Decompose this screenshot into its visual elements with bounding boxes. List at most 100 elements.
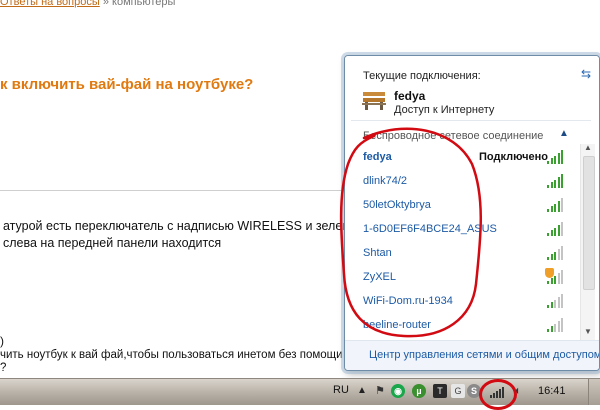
- signal-bar: [550, 254, 553, 260]
- answer-text-line-1: атурой есть переключатель с надписью WIR…: [3, 219, 382, 233]
- scrollbar-thumb[interactable]: [583, 156, 595, 290]
- wifi-signal-icon: [547, 318, 565, 332]
- current-connections-panel: Текущие подключения: ⇆ fedya Доступ к Ин…: [345, 56, 599, 120]
- signal-bar: [561, 222, 563, 236]
- signal-bar: [547, 329, 549, 332]
- network-row-asus[interactable]: 1-6D0EF6F4BCE24_ASUS: [345, 218, 579, 240]
- action-center-flag-icon[interactable]: ⚑: [373, 384, 387, 398]
- signal-bar: [554, 227, 556, 236]
- related-question-line-1[interactable]: чить ноутбук к вай фай,чтобы пользоватьс…: [0, 349, 386, 361]
- signal-bar: [547, 161, 549, 164]
- network-name: ZyXEL: [363, 271, 397, 283]
- security-warning-icon: [545, 268, 554, 278]
- answer-text-line-2: слева на передней панели находится: [3, 236, 222, 250]
- utorrent-icon[interactable]: µ: [412, 384, 426, 398]
- signal-bar: [561, 150, 563, 164]
- question-title: к включить вай-фай на ноутбуке?: [0, 76, 254, 93]
- network-connections-popup: Текущие подключения: ⇆ fedya Доступ к Ин…: [344, 55, 600, 371]
- popup-footer: Центр управления сетями и общим доступом: [345, 340, 599, 370]
- network-row-dlink74[interactable]: dlink74/2: [345, 170, 579, 192]
- scroll-down-icon[interactable]: ▼: [584, 327, 592, 336]
- signal-bar: [554, 155, 556, 164]
- divider: [0, 190, 348, 191]
- red-annotation-tray-circle: [479, 379, 517, 410]
- network-list-scrollbar[interactable]: ▲ ▼: [580, 143, 595, 340]
- chevron-up-icon[interactable]: ▲: [559, 128, 569, 139]
- related-question-line-2[interactable]: ?: [0, 362, 6, 374]
- wireless-section-label: Беспроводное сетевое соединение: [363, 130, 544, 142]
- network-row-50letoktybrya[interactable]: 50letOktybrya: [345, 194, 579, 216]
- tray-g-icon[interactable]: G: [451, 384, 465, 398]
- signal-bar: [557, 152, 560, 164]
- answer-fragment: ): [0, 334, 4, 348]
- current-connections-label: Текущие подключения:: [363, 70, 481, 82]
- wifi-signal-icon: [547, 222, 565, 236]
- signal-bar: [561, 198, 563, 212]
- signal-bar: [557, 200, 560, 212]
- network-name: dlink74/2: [363, 175, 408, 187]
- signal-bar: [561, 174, 563, 188]
- network-row-fedya[interactable]: fedya Подключено: [345, 146, 579, 168]
- network-name: 1-6D0EF6F4BCE24_ASUS: [363, 223, 497, 235]
- signal-bar: [557, 296, 560, 308]
- network-name: Shtan: [363, 247, 392, 259]
- signal-bar: [550, 158, 553, 164]
- popup-separator: [351, 120, 591, 121]
- signal-bar: [550, 326, 553, 332]
- network-name: WiFi-Dom.ru-1934: [363, 295, 453, 307]
- signal-bar: [554, 299, 556, 308]
- signal-bar: [550, 206, 553, 212]
- network-row-beeline[interactable]: beeline-router: [345, 314, 579, 336]
- network-center-link[interactable]: Центр управления сетями и общим доступом: [369, 349, 599, 361]
- signal-bar: [547, 185, 549, 188]
- breadcrumb: Ответы на вопросы » компьютеры: [0, 0, 175, 8]
- signal-bar: [547, 281, 549, 284]
- current-connection-status: Доступ к Интернету: [394, 104, 495, 116]
- wifi-signal-icon: [547, 294, 565, 308]
- network-row-zyxel[interactable]: ZyXEL: [345, 266, 579, 288]
- signal-bar: [561, 270, 563, 284]
- signal-bar: [547, 257, 549, 260]
- wifi-signal-icon: [547, 174, 565, 188]
- signal-bar: [557, 248, 560, 260]
- network-row-wifi-dom[interactable]: WiFi-Dom.ru-1934: [345, 290, 579, 312]
- signal-bar: [554, 323, 556, 332]
- signal-bar: [561, 246, 563, 260]
- signal-bar: [547, 233, 549, 236]
- language-indicator[interactable]: RU: [333, 384, 349, 396]
- signal-bar: [554, 203, 556, 212]
- signal-bar: [554, 251, 556, 260]
- network-name: fedya: [363, 151, 392, 163]
- tray-t-icon[interactable]: T: [433, 384, 447, 398]
- network-status: Подключено: [479, 151, 548, 163]
- signal-bar: [557, 320, 560, 332]
- breadcrumb-separator: »: [102, 0, 113, 8]
- tray-arrow-icon[interactable]: ▲: [355, 384, 369, 398]
- signal-bar: [550, 302, 553, 308]
- clock[interactable]: 16:41: [538, 385, 566, 397]
- park-bench-icon: [362, 92, 386, 110]
- network-name: 50letOktybrya: [363, 199, 431, 211]
- signal-bar: [557, 272, 560, 284]
- signal-bar: [554, 179, 556, 188]
- green-app-icon[interactable]: ◉: [391, 384, 405, 398]
- breadcrumb-link[interactable]: Ответы на вопросы: [0, 0, 100, 8]
- wifi-signal-icon: [547, 246, 565, 260]
- signal-bar: [550, 230, 553, 236]
- signal-bar: [557, 176, 560, 188]
- wireless-network-list: fedya Подключено dlink74/2 50letOktybrya…: [345, 146, 579, 336]
- signal-bar: [550, 182, 553, 188]
- signal-bar: [550, 278, 553, 284]
- signal-bar: [557, 224, 560, 236]
- signal-bar: [547, 209, 549, 212]
- signal-bar: [561, 294, 563, 308]
- wifi-signal-icon: [547, 150, 565, 164]
- signal-bar: [561, 318, 563, 332]
- network-row-shtan[interactable]: Shtan: [345, 242, 579, 264]
- current-connection-name: fedya: [394, 89, 426, 103]
- refresh-icon[interactable]: ⇆: [581, 67, 591, 81]
- scroll-up-icon[interactable]: ▲: [584, 143, 592, 152]
- signal-bar: [554, 275, 556, 284]
- network-name: beeline-router: [363, 319, 431, 331]
- show-desktop-button[interactable]: [588, 379, 600, 405]
